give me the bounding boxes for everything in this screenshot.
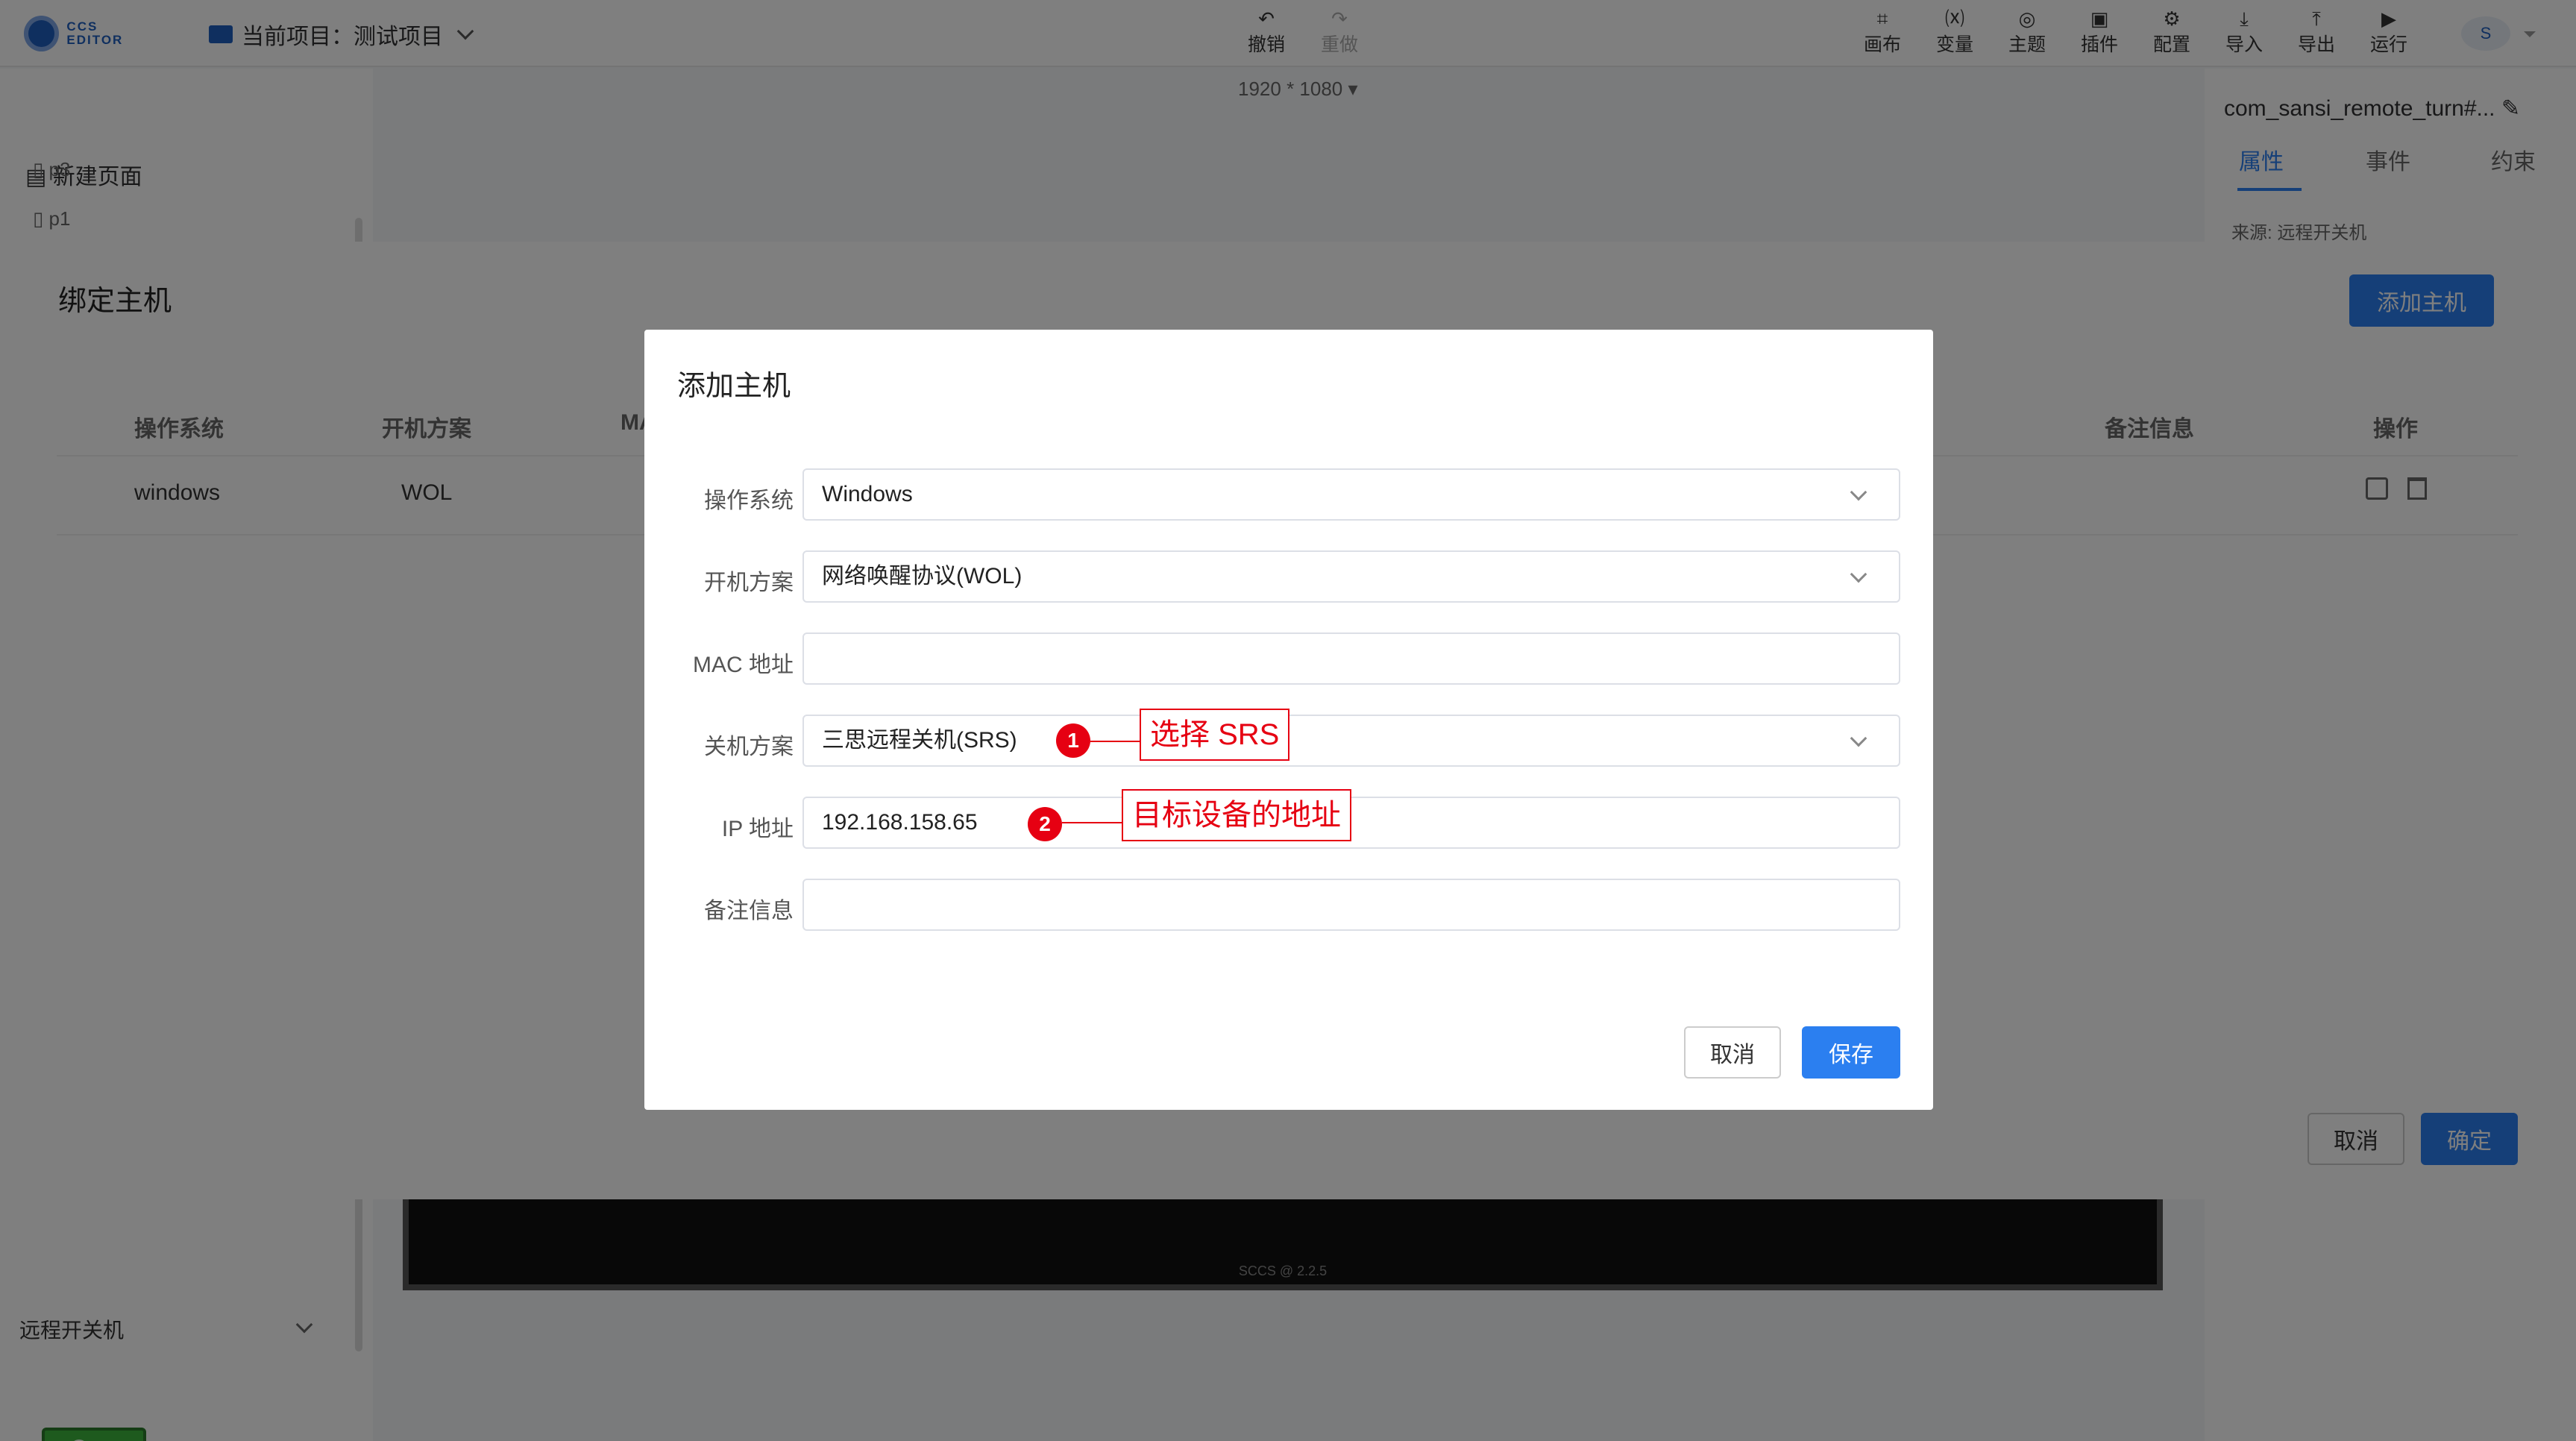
os-label: 操作系统 bbox=[704, 489, 794, 513]
annotation-line-1 bbox=[1090, 741, 1140, 742]
cancel-button[interactable]: 取消 bbox=[1684, 1026, 1781, 1079]
shutdown-value: 三思远程关机(SRS) bbox=[822, 728, 1017, 753]
mac-row: MAC 地址 bbox=[644, 632, 1933, 685]
remark-input[interactable] bbox=[802, 879, 1900, 931]
ip-input[interactable] bbox=[802, 797, 1900, 849]
remark-label: 备注信息 bbox=[704, 899, 794, 923]
save-button[interactable]: 保存 bbox=[1802, 1026, 1900, 1079]
chevron-down-icon bbox=[1850, 483, 1867, 501]
annotation-label-1: 选择 SRS bbox=[1140, 709, 1290, 761]
mac-label: MAC 地址 bbox=[693, 653, 794, 677]
dialog-title: 添加主机 bbox=[677, 371, 791, 402]
annotation-marker-2: 2 bbox=[1028, 807, 1062, 841]
ip-label: IP 地址 bbox=[721, 817, 794, 841]
annotation-line-2 bbox=[1062, 822, 1122, 823]
chevron-down-icon bbox=[1850, 565, 1867, 583]
boot-select[interactable]: 网络唤醒协议(WOL) bbox=[802, 550, 1900, 603]
os-row: 操作系统 Windows bbox=[644, 468, 1933, 521]
boot-value: 网络唤醒协议(WOL) bbox=[822, 564, 1022, 588]
shutdown-label: 关机方案 bbox=[704, 735, 794, 759]
mac-input[interactable] bbox=[802, 632, 1900, 685]
annotation-marker-1: 1 bbox=[1056, 723, 1090, 758]
boot-row: 开机方案 网络唤醒协议(WOL) bbox=[644, 550, 1933, 603]
annotation-label-2: 目标设备的地址 bbox=[1122, 789, 1351, 841]
remark-row: 备注信息 bbox=[644, 879, 1933, 931]
os-value: Windows bbox=[822, 482, 913, 506]
shutdown-select[interactable]: 三思远程关机(SRS) bbox=[802, 715, 1900, 767]
os-select[interactable]: Windows bbox=[802, 468, 1900, 521]
chevron-down-icon bbox=[1850, 729, 1867, 747]
boot-label: 开机方案 bbox=[704, 571, 794, 595]
